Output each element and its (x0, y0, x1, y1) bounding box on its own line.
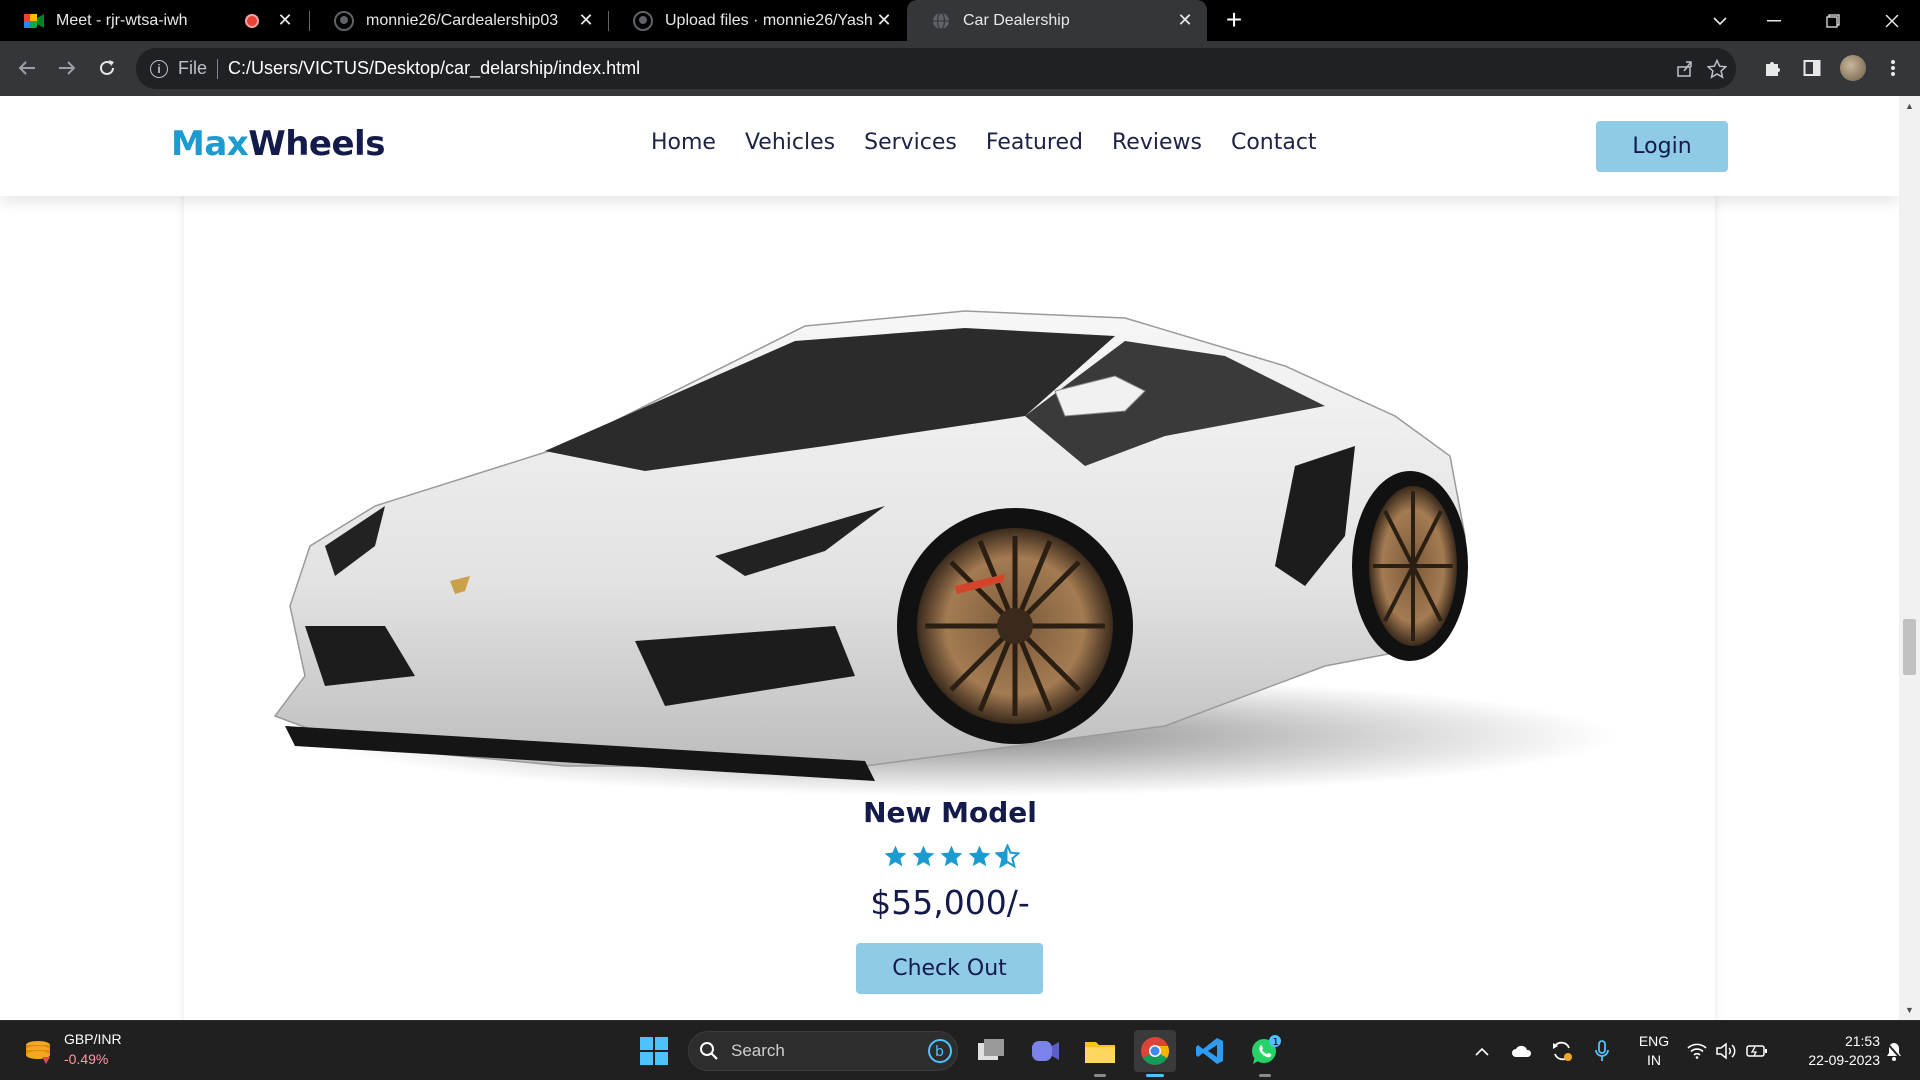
input-language[interactable]: ENG IN (1634, 1032, 1674, 1070)
extensions-puzzle-icon[interactable] (1757, 53, 1787, 83)
volume-icon[interactable] (1713, 1037, 1741, 1065)
search-icon (700, 1042, 718, 1060)
close-window-icon[interactable] (1865, 0, 1919, 41)
page-scrollbar[interactable]: ▲ ▼ (1899, 96, 1920, 1020)
running-indicator (1259, 1074, 1271, 1077)
tab-search-chevron-icon[interactable] (1693, 0, 1747, 41)
svg-text:b: b (935, 1044, 944, 1060)
scroll-up-arrow-icon[interactable]: ▲ (1904, 100, 1915, 111)
running-indicator (1094, 1074, 1106, 1077)
tab-title: Car Dealership (963, 11, 1070, 29)
nav-link-contact[interactable]: Contact (1231, 130, 1317, 155)
page-viewport: New Model $55,000/- Check Out MaxWheels … (0, 96, 1899, 1020)
tab-title: Meet - rjr-wtsa-iwh (56, 11, 188, 29)
nav-link-home[interactable]: Home (651, 130, 716, 155)
minimize-icon[interactable] (1747, 0, 1801, 41)
tab-title: Upload files · monnie26/YashBe... (665, 11, 872, 29)
site-logo[interactable]: MaxWheels (171, 124, 385, 164)
teams-chat-icon[interactable] (1024, 1030, 1066, 1072)
browser-toolbar: i File C:/Users/VICTUS/Desktop/car_delar… (0, 41, 1920, 96)
logo-wheels: Wheels (248, 124, 385, 164)
ticker-name[interactable]: GBP/INR (64, 1031, 122, 1047)
taskbar-search-box[interactable]: Search b (688, 1031, 958, 1071)
ticker-change: -0.49% (64, 1051, 109, 1067)
wifi-icon[interactable] (1683, 1037, 1711, 1065)
chrome-icon[interactable] (1134, 1030, 1176, 1077)
browser-tab-strip: Meet - rjr-wtsa-iwh ✕ monnie26/Cardealer… (0, 0, 1920, 41)
language-code: ENG (1638, 1033, 1670, 1049)
close-tab-icon[interactable]: ✕ (872, 9, 896, 33)
system-clock[interactable]: 21:53 22-09-2023 (1780, 1032, 1880, 1070)
forward-arrow-icon[interactable] (52, 53, 82, 83)
nav-link-featured[interactable]: Featured (986, 130, 1083, 155)
rating-stars (883, 844, 1020, 869)
google-meet-icon (24, 11, 44, 31)
nav-link-services[interactable]: Services (864, 130, 957, 155)
github-icon (334, 10, 354, 31)
tab-title: monnie26/Cardealership03 (366, 11, 559, 29)
vscode-icon[interactable] (1189, 1030, 1231, 1072)
tab-github-cardealership[interactable]: monnie26/Cardealership03 ✕ (310, 0, 608, 41)
star-full-icon (968, 845, 991, 867)
logo-max: Max (171, 124, 249, 164)
side-panel-icon[interactable] (1797, 53, 1827, 83)
more-menu-icon[interactable] (1878, 53, 1908, 83)
tab-car-dealership[interactable]: Car Dealership ✕ (907, 0, 1207, 41)
address-divider (217, 58, 219, 79)
active-indicator (1146, 1074, 1164, 1077)
battery-icon[interactable] (1743, 1037, 1771, 1065)
currency-stack-icon[interactable] (22, 1035, 54, 1067)
sync-icon[interactable] (1548, 1037, 1576, 1065)
language-region: IN (1647, 1052, 1661, 1068)
nav-link-reviews[interactable]: Reviews (1112, 130, 1202, 155)
show-hidden-icons-chevron-icon[interactable] (1468, 1037, 1496, 1065)
notifications-bell-icon[interactable] (1880, 1037, 1908, 1065)
product-name: New Model (863, 796, 1037, 829)
car-image (265, 206, 1645, 846)
scroll-down-arrow-icon[interactable]: ▼ (1904, 1004, 1915, 1015)
site-header: MaxWheels Home Vehicles Services Feature… (0, 96, 1899, 196)
main-nav: Home Vehicles Services Featured Reviews … (651, 130, 1346, 155)
search-placeholder: Search (731, 1041, 785, 1060)
close-tab-icon[interactable]: ✕ (273, 9, 297, 33)
check-out-button[interactable]: Check Out (856, 943, 1043, 994)
recording-indicator-icon (245, 13, 259, 28)
globe-icon (931, 11, 951, 31)
scheme-label: File (178, 58, 208, 78)
microphone-icon[interactable] (1588, 1037, 1616, 1065)
onedrive-cloud-icon[interactable] (1508, 1037, 1536, 1065)
whatsapp-icon[interactable]: 1 (1244, 1030, 1286, 1077)
task-view-icon[interactable] (970, 1030, 1012, 1072)
file-explorer-icon[interactable] (1079, 1030, 1121, 1077)
share-icon[interactable] (1672, 56, 1698, 82)
windows-taskbar: GBP/INR -0.49% Search b 1 ENG IN 21:53 2… (0, 1020, 1920, 1080)
star-full-icon (884, 845, 907, 867)
github-icon (633, 10, 653, 31)
clock-time: 21:53 (1844, 1033, 1880, 1049)
bookmark-star-icon[interactable] (1704, 56, 1730, 82)
windows-start-icon[interactable] (633, 1030, 675, 1072)
tab-meet[interactable]: Meet - rjr-wtsa-iwh ✕ (0, 0, 307, 41)
profile-avatar[interactable] (1838, 53, 1868, 83)
login-button[interactable]: Login (1596, 121, 1728, 172)
star-full-icon (940, 845, 963, 867)
clock-date: 22-09-2023 (1808, 1052, 1880, 1068)
address-bar[interactable]: i File C:/Users/VICTUS/Desktop/car_delar… (136, 48, 1736, 89)
star-half-icon (995, 844, 1020, 869)
new-tab-icon[interactable]: + (1218, 4, 1250, 36)
product-price: $55,000/- (870, 883, 1030, 922)
reload-icon[interactable] (92, 53, 122, 83)
tab-github-upload[interactable]: Upload files · monnie26/YashBe... ✕ (609, 0, 906, 41)
back-arrow-icon[interactable] (12, 53, 42, 83)
url-text[interactable]: C:/Users/VICTUS/Desktop/car_delarship/in… (228, 58, 640, 79)
nav-link-vehicles[interactable]: Vehicles (745, 130, 835, 155)
restore-icon[interactable] (1806, 0, 1860, 41)
scrollbar-thumb[interactable] (1903, 619, 1916, 675)
bing-icon[interactable]: b (927, 1038, 953, 1064)
close-tab-icon[interactable]: ✕ (1173, 9, 1197, 33)
star-full-icon (912, 845, 935, 867)
site-info-icon[interactable]: i (150, 59, 168, 78)
whatsapp-badge: 1 (1273, 1037, 1279, 1048)
close-tab-icon[interactable]: ✕ (574, 9, 598, 33)
